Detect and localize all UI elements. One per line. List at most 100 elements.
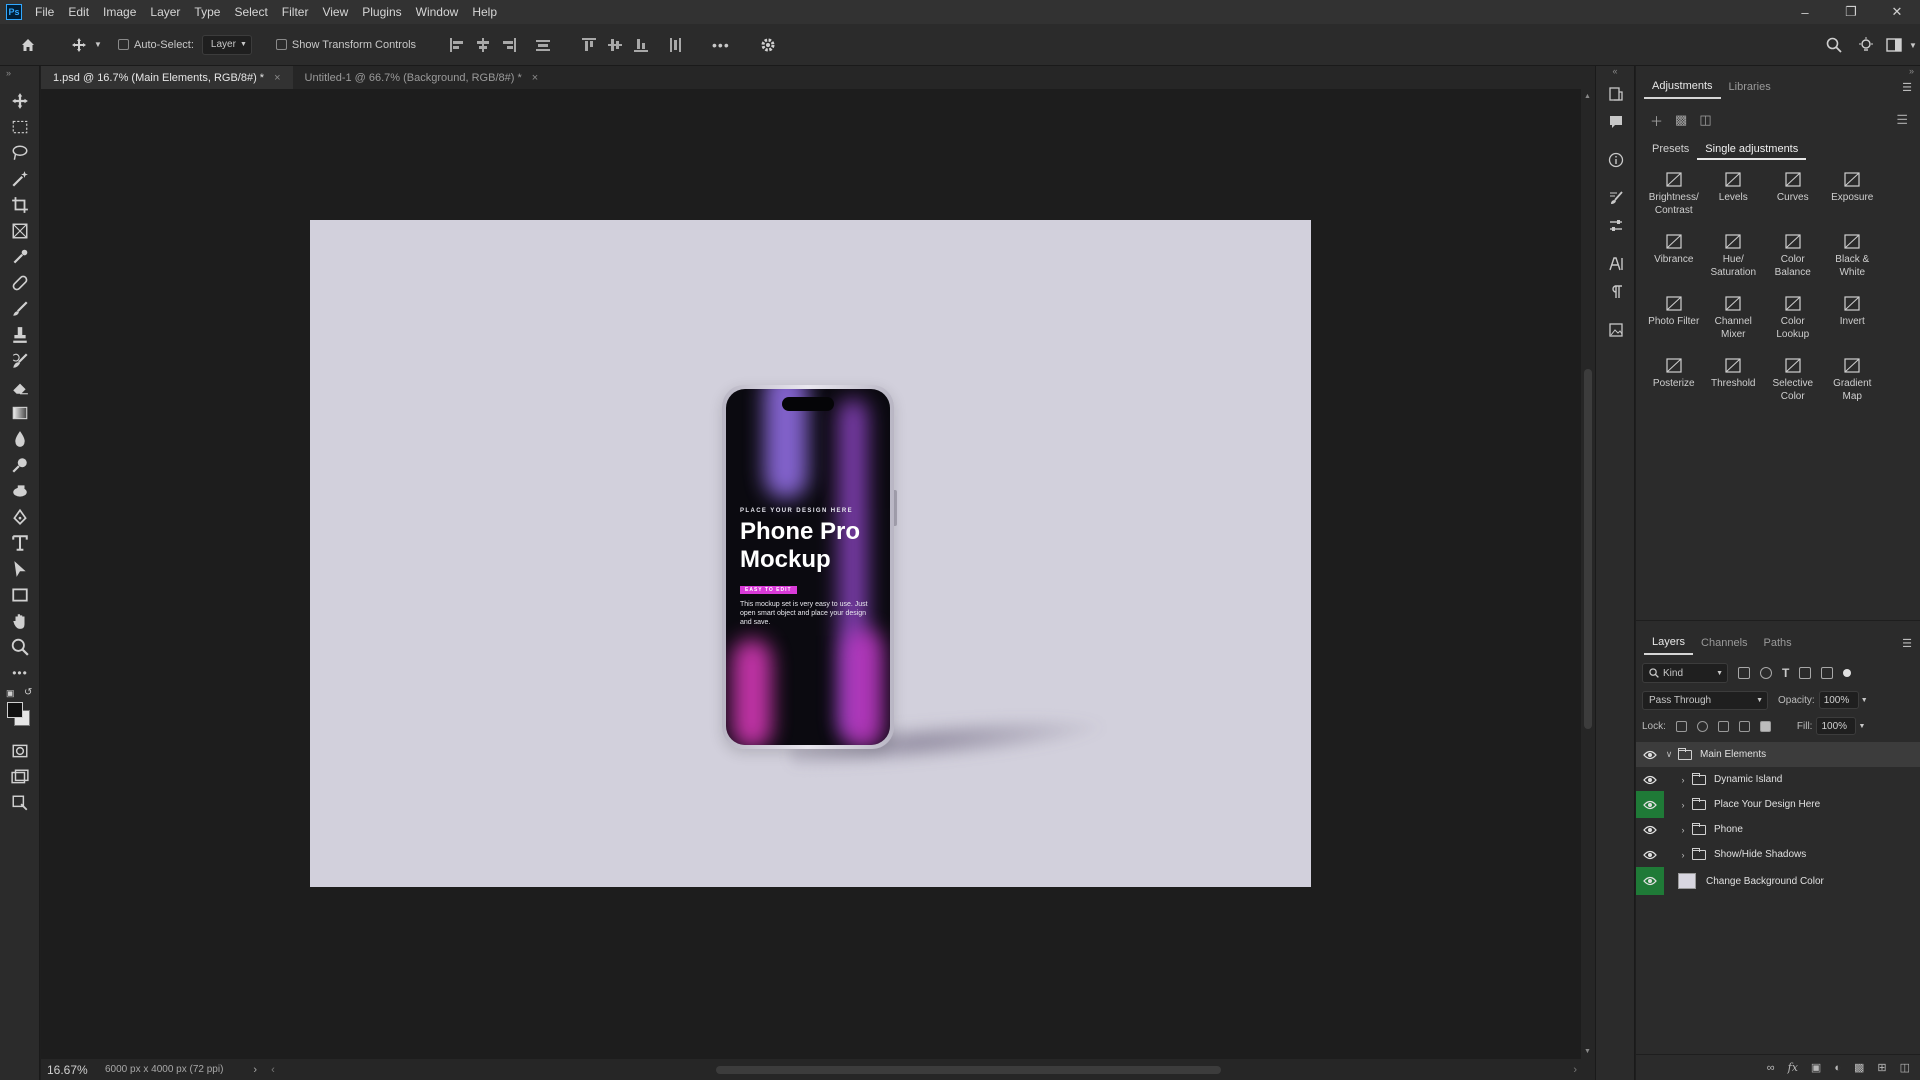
zoom-level[interactable]: 16.67% <box>47 1063 105 1077</box>
align-horizontal-center-icon[interactable] <box>476 37 490 52</box>
hand-tool-icon[interactable] <box>0 608 40 634</box>
blend-mode-dropdown[interactable]: Pass Through ▼ <box>1642 690 1768 710</box>
layer-row[interactable]: › Dynamic Island <box>1636 767 1920 792</box>
align-right-icon[interactable] <box>502 37 517 52</box>
vertical-scroll-thumb[interactable] <box>1584 369 1592 729</box>
expand-chevron-icon[interactable]: › <box>1678 825 1688 835</box>
restore-button[interactable]: ❐ <box>1828 0 1874 24</box>
list-view-icon[interactable]: ☰ <box>1896 112 1908 128</box>
close-window-button[interactable]: ✕ <box>1874 0 1920 24</box>
distribute-horizontal-icon[interactable] <box>668 37 682 52</box>
crop-tool-icon[interactable] <box>0 192 40 218</box>
adjustment-posterize[interactable]: Posterize <box>1644 358 1704 410</box>
tab-single-adjustments[interactable]: Single adjustments <box>1697 140 1807 160</box>
layer-row[interactable]: › Show/Hide Shadows <box>1636 842 1920 867</box>
chevron-down-icon[interactable]: ▼ <box>92 40 104 49</box>
quick-mask-icon[interactable] <box>0 738 40 764</box>
filter-pixel-layers-icon[interactable] <box>1738 667 1750 679</box>
visibility-eye-icon[interactable] <box>1636 842 1664 867</box>
expand-chevron-icon[interactable]: › <box>1678 850 1688 860</box>
delete-layer-icon[interactable]: ◫ <box>1900 1061 1910 1074</box>
adjustment-layer-icon[interactable]: ◐ <box>1834 1062 1841 1074</box>
brush-settings-panel-icon[interactable] <box>1596 184 1636 212</box>
chevron-down-icon[interactable]: ▼ <box>1861 697 1868 704</box>
move-tool-icon[interactable] <box>0 88 40 114</box>
auto-select-target-dropdown[interactable]: Layer ▼ <box>201 34 252 55</box>
paragraph-panel-icon[interactable] <box>1596 278 1636 306</box>
close-tab-icon[interactable]: × <box>532 72 538 84</box>
gear-icon[interactable] <box>760 37 776 53</box>
layer-row[interactable]: › Place Your Design Here <box>1636 791 1920 818</box>
tab-document-1[interactable]: 1.psd @ 16.7% (Main Elements, RGB/8#) * … <box>41 66 293 89</box>
more-tools-icon[interactable]: ••• <box>0 660 40 686</box>
visibility-eye-icon[interactable] <box>1636 867 1664 895</box>
clone-stamp-tool-icon[interactable] <box>0 322 40 348</box>
link-layers-icon[interactable]: ∞ <box>1767 1062 1775 1074</box>
adjustment-color-balance[interactable]: Color Balance <box>1763 234 1823 286</box>
show-transform-controls-checkbox[interactable]: Show Transform Controls <box>275 39 416 51</box>
adjustment-exposure[interactable]: Exposure <box>1823 172 1883 224</box>
align-bottom-icon[interactable] <box>634 38 649 52</box>
adjustment-brightness[interactable]: Brightness/Contrast <box>1644 172 1704 224</box>
history-panel-icon[interactable] <box>1596 80 1636 108</box>
swap-colors-icon[interactable]: ↺ <box>24 687 32 698</box>
frame-tool-icon[interactable] <box>0 218 40 244</box>
filter-toggle-icon[interactable] <box>1843 669 1852 677</box>
menu-image[interactable]: Image <box>96 0 143 24</box>
menu-view[interactable]: View <box>315 0 355 24</box>
adjustment-gradient-map[interactable]: Gradient Map <box>1823 358 1883 410</box>
path-selection-tool-icon[interactable] <box>0 556 40 582</box>
opacity-input[interactable]: 100% <box>1818 691 1859 709</box>
panel-collapse-icon[interactable]: » <box>0 66 39 88</box>
adjustment-curves[interactable]: Curves <box>1763 172 1823 224</box>
visibility-eye-icon[interactable] <box>1636 742 1664 767</box>
default-colors-icon[interactable]: ▣ <box>6 688 15 699</box>
layer-row[interactable]: Change Background Color <box>1636 867 1920 895</box>
lock-artboard-icon[interactable] <box>1738 720 1750 732</box>
chevron-down-icon[interactable]: ▼ <box>1906 41 1920 50</box>
fx-icon[interactable]: fx <box>1788 1061 1798 1074</box>
workspace-layout-icon[interactable] <box>1882 38 1906 52</box>
horizontal-scroll-thumb[interactable] <box>716 1066 1221 1074</box>
menu-layer[interactable]: Layer <box>143 0 187 24</box>
menu-window[interactable]: Window <box>409 0 466 24</box>
history-brush-tool-icon[interactable] <box>0 348 40 374</box>
scroll-up-icon[interactable]: ▲ <box>1584 93 1591 100</box>
edit-toolbar-icon[interactable] <box>0 790 40 816</box>
gradient-tool-icon[interactable] <box>0 400 40 426</box>
menu-select[interactable]: Select <box>227 0 274 24</box>
filter-smart-objects-icon[interactable] <box>1821 667 1834 679</box>
properties-panel-icon[interactable] <box>1596 212 1636 240</box>
delete-icon[interactable]: ◫ <box>1699 112 1711 128</box>
lasso-tool-icon[interactable] <box>0 140 40 166</box>
fill-input[interactable]: 100% <box>1816 717 1857 735</box>
align-top-icon[interactable] <box>582 37 597 52</box>
new-layer-icon[interactable]: ⊞ <box>1877 1061 1886 1074</box>
more-options-button[interactable]: ••• <box>712 37 730 53</box>
type-tool-icon[interactable] <box>0 530 40 556</box>
comments-panel-icon[interactable] <box>1596 108 1636 136</box>
new-group-icon[interactable]: ▩ <box>1854 1061 1864 1074</box>
pen-tool-icon[interactable] <box>0 504 40 530</box>
visibility-eye-icon[interactable] <box>1636 791 1664 818</box>
filter-shape-layers-icon[interactable] <box>1799 667 1812 679</box>
filter-type-layers-icon[interactable]: T <box>1782 666 1789 680</box>
eyedropper-tool-icon[interactable] <box>0 244 40 270</box>
minimize-button[interactable]: – <box>1782 0 1828 24</box>
eraser-tool-icon[interactable] <box>0 374 40 400</box>
tab-presets[interactable]: Presets <box>1644 140 1697 160</box>
adjustment-photo-filter[interactable]: Photo Filter <box>1644 296 1704 348</box>
lock-transparent-pixels-icon[interactable] <box>1675 720 1687 732</box>
scroll-left-icon[interactable]: ‹ <box>271 1064 275 1076</box>
adjustment-hue-saturation[interactable]: Hue/Saturation <box>1704 234 1764 286</box>
tab-adjustments[interactable]: Adjustments <box>1644 75 1721 99</box>
dodge-tool-icon[interactable] <box>0 452 40 478</box>
auto-select-checkbox[interactable]: Auto-Select: <box>118 39 194 51</box>
adjustment-black-white[interactable]: Black & White <box>1823 234 1883 286</box>
adjustment-levels[interactable]: Levels <box>1704 172 1764 224</box>
menu-file[interactable]: File <box>28 0 61 24</box>
layer-row[interactable]: › Phone <box>1636 817 1920 842</box>
distribute-vertical-icon[interactable] <box>536 38 551 52</box>
layer-row[interactable]: ∨ Main Elements <box>1636 742 1920 767</box>
rectangle-tool-icon[interactable] <box>0 582 40 608</box>
